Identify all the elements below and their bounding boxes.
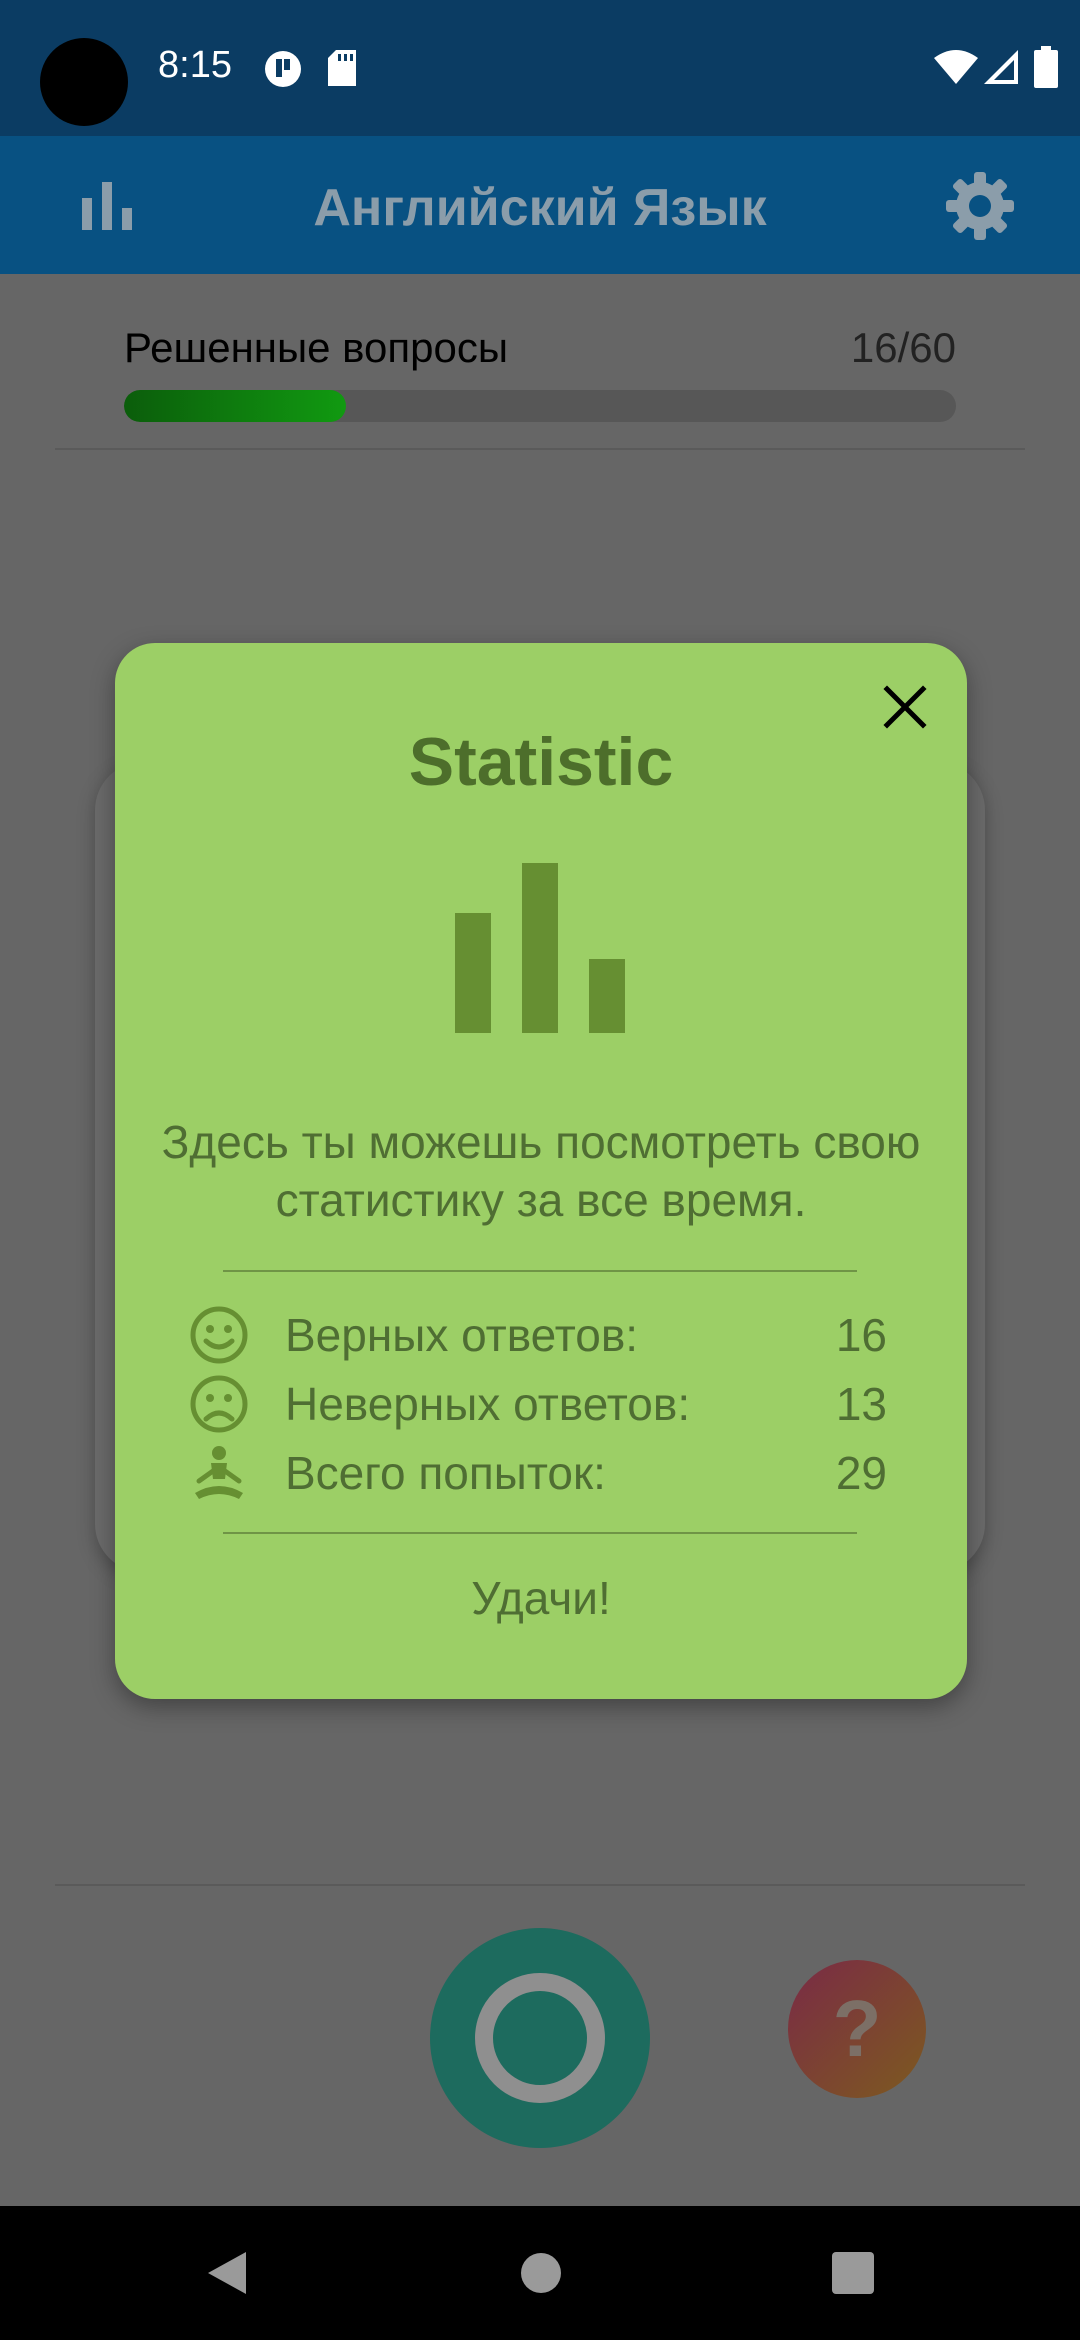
progress-fill (124, 390, 347, 422)
dialog-description: Здесь ты можешь посмотреть свою статисти… (161, 1116, 921, 1226)
record-button[interactable] (430, 1928, 650, 2148)
stat-value: 29 (835, 1447, 887, 1499)
stat-row-incorrect: Неверных ответов: 13 (189, 1373, 887, 1435)
progress-count: 16/60 (850, 324, 956, 371)
app-title: Английский Язык (313, 179, 767, 237)
back-icon[interactable] (202, 2248, 252, 2298)
stat-row-correct: Верных ответов: 16 (189, 1304, 887, 1366)
dialog-footer: Удачи! (471, 1572, 611, 1624)
bar-chart-icon (455, 863, 625, 1033)
status-time: 8:15 (158, 44, 232, 86)
help-button[interactable]: ? (788, 1960, 926, 2098)
notification-icon (265, 51, 301, 87)
signal-icon (984, 50, 1018, 84)
stat-value: 16 (835, 1309, 887, 1361)
divider (55, 448, 1025, 450)
statistic-dialog: Statistic Здесь ты можешь посмотреть сво… (115, 643, 967, 1699)
divider (223, 1270, 857, 1272)
app-bar: Английский Язык (0, 136, 1080, 274)
recents-icon[interactable] (828, 2248, 878, 2298)
stat-label: Всего попыток: (285, 1447, 606, 1499)
battery-icon (1034, 46, 1058, 88)
smile-icon (190, 1306, 248, 1364)
frown-icon (190, 1375, 248, 1433)
progress-label: Решенные вопросы (124, 324, 509, 371)
wifi-icon (934, 50, 978, 84)
record-icon (475, 1973, 605, 2103)
stat-label: Верных ответов: (285, 1309, 639, 1361)
progress-bar (124, 390, 956, 422)
stat-label: Неверных ответов: (285, 1378, 691, 1430)
stat-row-total: Всего попыток: 29 (189, 1442, 887, 1504)
navigation-bar (0, 2206, 1080, 2340)
sd-card-icon (328, 50, 356, 86)
dialog-title: Statistic (408, 724, 674, 800)
meditation-icon (195, 1446, 243, 1499)
camera-hole (40, 38, 128, 126)
divider (55, 1884, 1025, 1886)
status-bar: 8:15 (0, 0, 1080, 136)
home-icon[interactable] (516, 2248, 566, 2298)
stat-value: 13 (835, 1378, 887, 1430)
divider (223, 1532, 857, 1534)
gear-icon[interactable] (944, 170, 1016, 242)
